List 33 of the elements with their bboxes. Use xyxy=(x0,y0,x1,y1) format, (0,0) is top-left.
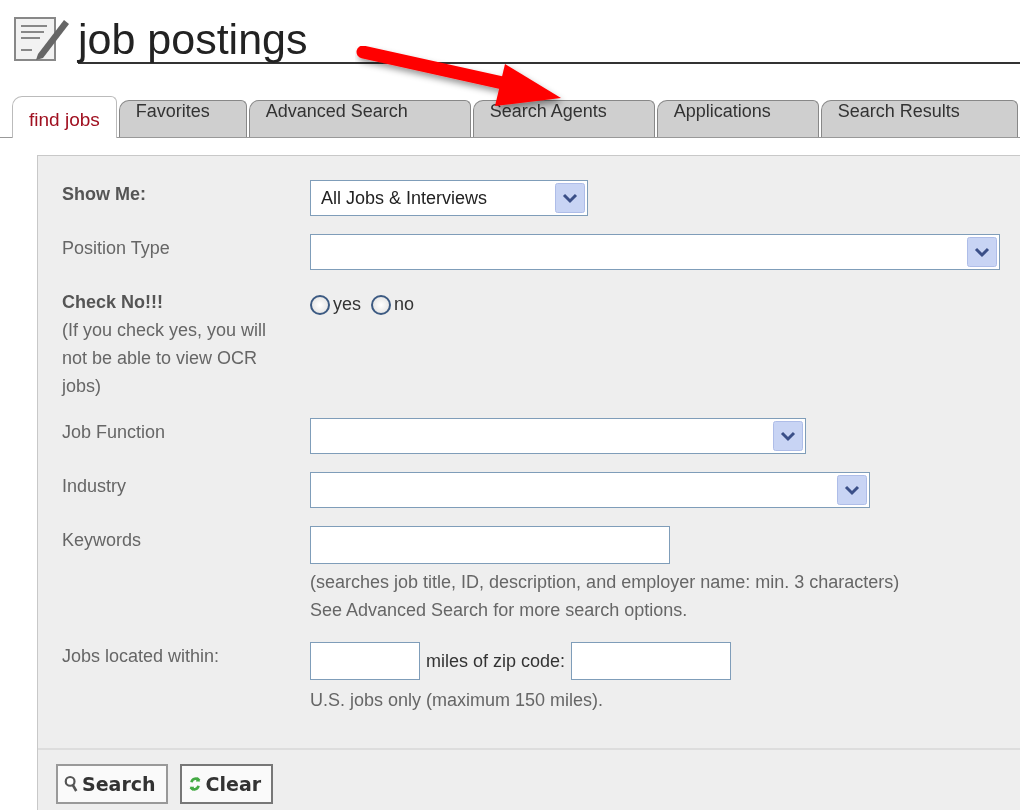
field-label: miles of zip code: xyxy=(426,650,566,672)
field-label: Industry xyxy=(62,475,128,498)
document-pencil-icon xyxy=(12,14,72,64)
field-note: (If you check yes, you will not be able to view OCR jobs) xyxy=(62,319,267,398)
tab[interactable]: Applications xyxy=(656,100,819,137)
keywords-field[interactable] xyxy=(310,526,670,564)
dropdown[interactable]: All Jobs & Interviews xyxy=(310,180,588,216)
hint-text: U.S. jobs only (maximum 150 miles). xyxy=(310,689,605,712)
tab[interactable]: find jobs xyxy=(12,96,117,138)
hint-text: See Advanced Search for more search options. xyxy=(310,599,689,622)
search-icon xyxy=(64,775,78,793)
dropdown[interactable] xyxy=(310,418,806,454)
field-label: Check No!!! xyxy=(62,291,164,314)
field-label: Keywords xyxy=(62,529,143,552)
field-label: Job Function xyxy=(62,421,167,444)
dropdown[interactable] xyxy=(310,234,1000,270)
dropdown[interactable] xyxy=(310,472,870,508)
tab[interactable]: Advanced Search xyxy=(248,100,471,137)
refresh-icon xyxy=(187,775,202,793)
miles-field[interactable] xyxy=(310,642,420,680)
field-label: Position Type xyxy=(62,237,171,260)
search-button[interactable]: Search xyxy=(56,764,168,804)
radio-option[interactable]: yes xyxy=(310,294,361,315)
page-title: job postings xyxy=(78,16,1020,64)
field-label: Jobs located within: xyxy=(62,645,221,668)
hint-text: (searches job title, ID, description, and employer name: min. 3 characters) xyxy=(310,571,901,594)
radio-option[interactable]: no xyxy=(371,294,415,315)
tab[interactable]: Favorites xyxy=(118,100,247,137)
zip-code-field[interactable] xyxy=(571,642,732,680)
tab[interactable]: Search Agents xyxy=(472,100,655,137)
field-label: Show Me: xyxy=(62,183,147,206)
tab[interactable]: Search Results xyxy=(820,100,1018,137)
clear-button[interactable]: Clear xyxy=(179,764,274,804)
